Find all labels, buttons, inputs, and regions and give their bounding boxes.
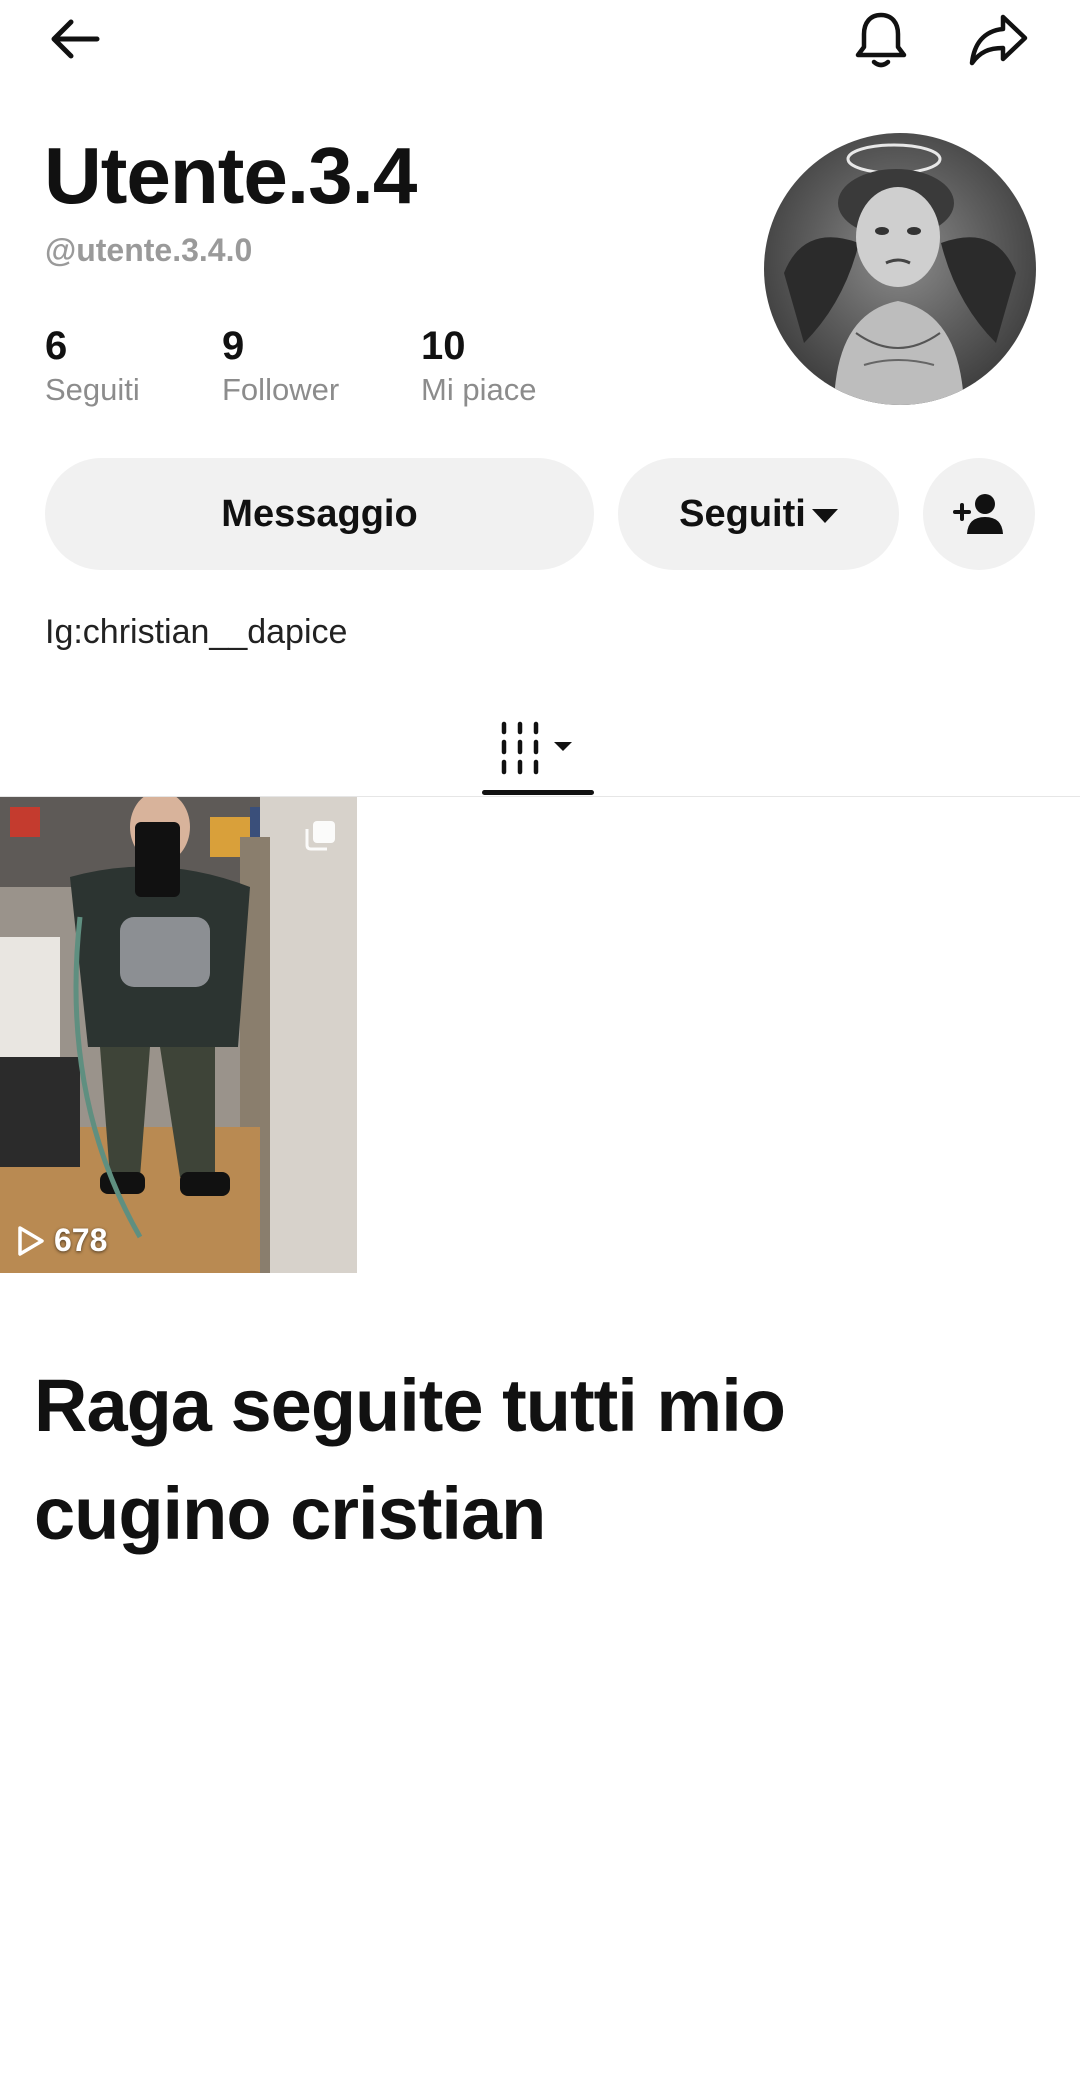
videos-grid-icon	[501, 721, 572, 775]
profile-display-name: Utente.3.4	[44, 131, 417, 220]
video-thumbnail-image	[0, 797, 357, 1273]
content-tab-bar	[0, 700, 1080, 797]
stat-following[interactable]: 6 Seguiti	[45, 322, 140, 410]
video-thumbnail[interactable]: 678	[0, 797, 357, 1273]
stat-followers[interactable]: 9 Follower	[222, 322, 339, 410]
top-bar	[0, 0, 1080, 80]
profile-bio[interactable]: Ig:christian__dapice	[45, 610, 347, 654]
add-user-icon	[953, 494, 1003, 534]
stat-following-count: 6	[45, 324, 68, 368]
add-user-button[interactable]	[923, 458, 1035, 570]
caret-down-icon	[811, 509, 838, 523]
arrow-left-icon	[51, 19, 100, 59]
video-view-count-value: 678	[54, 1222, 108, 1258]
back-button[interactable]	[40, 4, 110, 74]
stat-followers-label: Follower	[222, 372, 340, 407]
pinned-icon	[305, 821, 335, 851]
stat-likes[interactable]: 10 Mi piace	[421, 322, 536, 410]
video-view-count: 678	[16, 1222, 107, 1259]
play-icon	[18, 1225, 44, 1256]
share-button[interactable]	[963, 4, 1033, 74]
avatar[interactable]	[764, 133, 1036, 405]
message-button-label: Messaggio	[221, 492, 418, 535]
following-button-label: Seguiti	[679, 492, 806, 535]
stat-likes-label: Mi piace	[421, 372, 537, 407]
following-dropdown-button[interactable]: Seguiti	[618, 458, 899, 570]
tab-videos[interactable]	[482, 700, 594, 796]
active-tab-indicator	[482, 790, 594, 795]
bell-icon	[855, 12, 907, 68]
profile-handle: @utente.3.4.0	[45, 232, 253, 268]
stat-following-label: Seguiti	[45, 372, 140, 407]
stat-followers-count: 9	[222, 324, 245, 368]
caption-text: Raga seguite tutti mio cugino cristian	[34, 1364, 786, 1555]
notifications-button[interactable]	[846, 4, 916, 74]
angel-child-avatar	[784, 143, 1016, 405]
share-arrow-icon	[969, 14, 1028, 66]
stat-likes-count: 10	[421, 324, 466, 368]
message-button[interactable]: Messaggio	[45, 458, 594, 570]
